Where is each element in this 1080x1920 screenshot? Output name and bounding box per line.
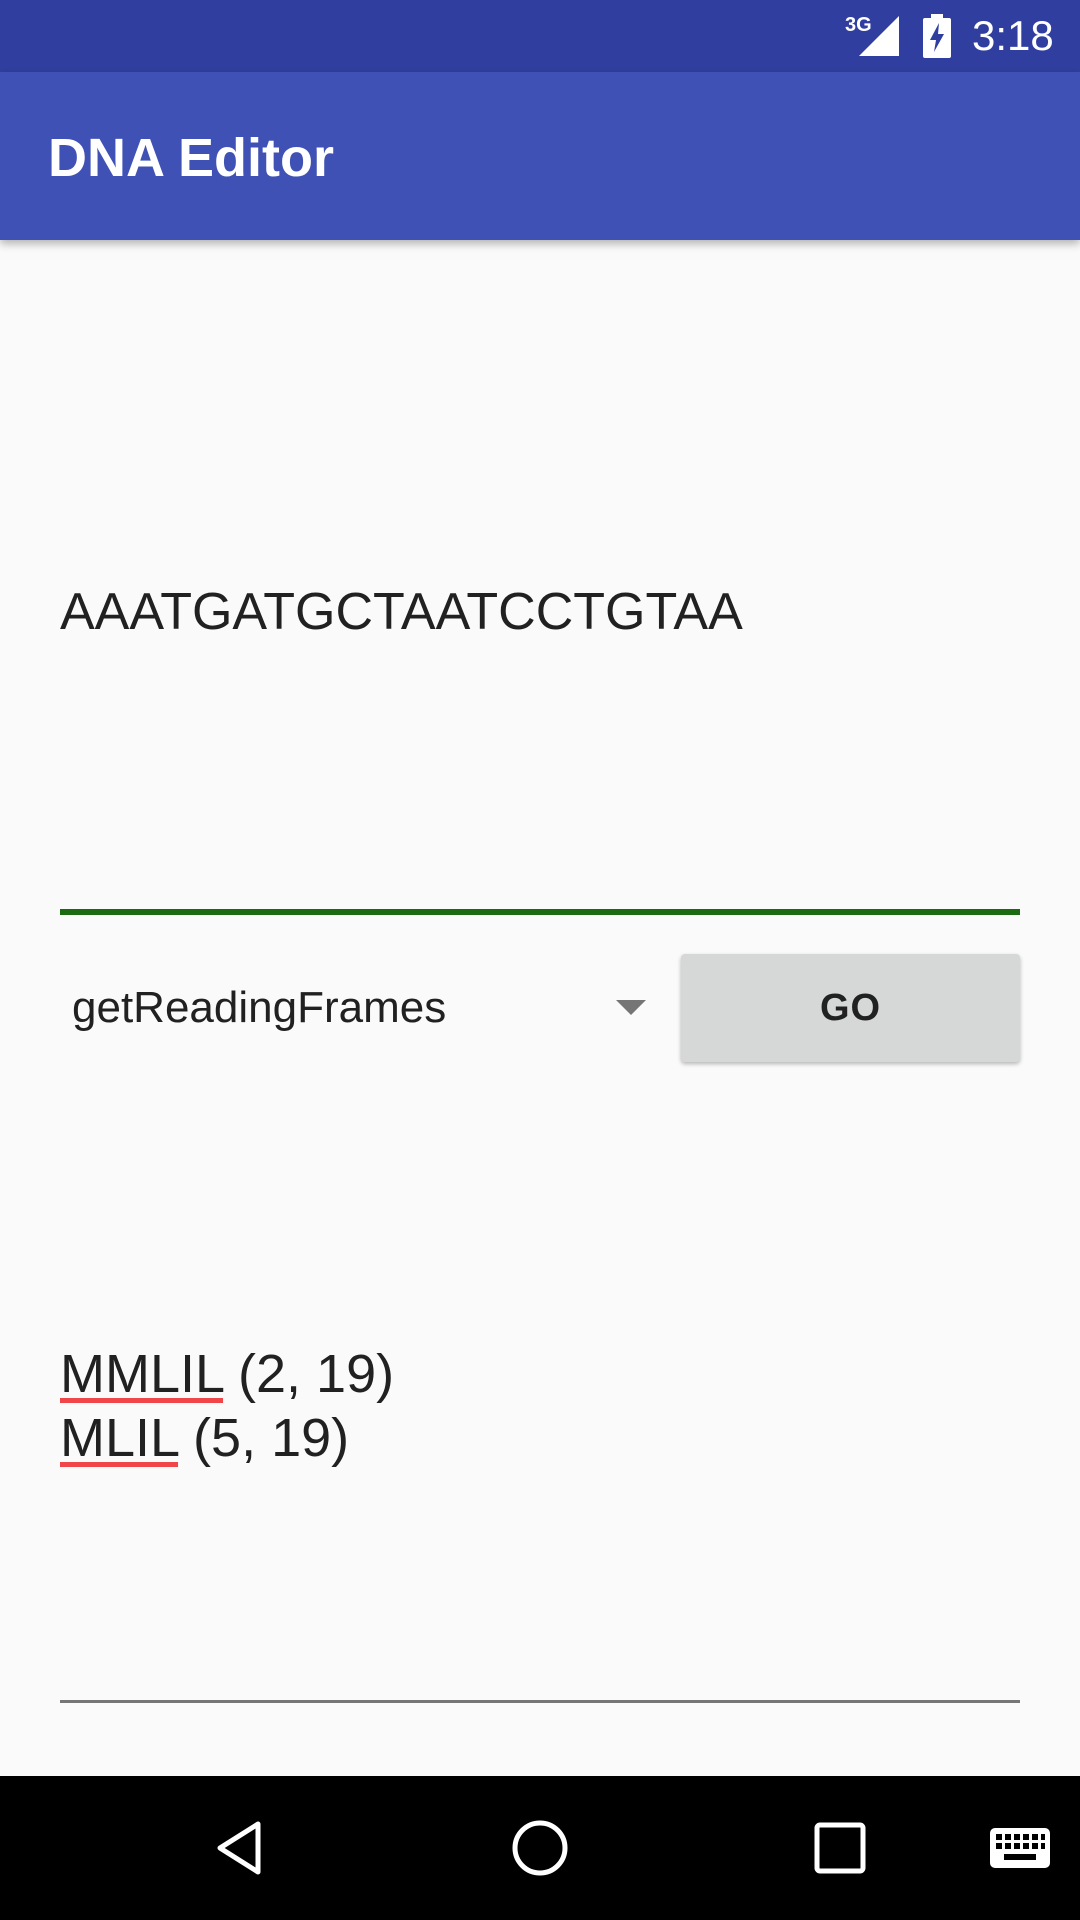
recents-icon[interactable] — [800, 1776, 880, 1920]
operation-spinner[interactable]: getReadingFrames — [60, 950, 660, 1066]
dropdown-arrow-icon[interactable] — [616, 1000, 646, 1015]
dna-input-value[interactable]: AAATGATGCTAATCCTGTAA — [60, 582, 743, 642]
dna-input-underline — [60, 909, 1020, 915]
app-bar: DNA Editor — [0, 72, 1080, 240]
results-field-underline — [60, 1700, 1020, 1703]
result-protein: MLIL — [60, 1408, 179, 1468]
status-bar: 3G 3:18 — [0, 0, 1080, 72]
signal-icon — [859, 16, 899, 56]
clock: 3:18 — [972, 12, 1054, 59]
result-line: MLIL (5, 19) — [60, 1406, 349, 1470]
keyboard-icon[interactable] — [980, 1776, 1060, 1920]
result-range: (2, 19) — [223, 1344, 395, 1404]
result-protein: MMLIL — [60, 1344, 224, 1404]
result-range: (5, 19) — [178, 1408, 350, 1468]
home-icon[interactable] — [500, 1776, 580, 1920]
back-icon[interactable] — [200, 1776, 280, 1920]
operation-spinner-value[interactable]: getReadingFrames — [72, 980, 446, 1036]
navigation-bar — [0, 1776, 1080, 1920]
result-line: MMLIL (2, 19) — [60, 1342, 394, 1406]
go-button[interactable]: GO — [681, 954, 1020, 1062]
battery-charging-icon — [923, 14, 951, 58]
dna-input[interactable]: AAATGATGCTAATCCTGTAA — [60, 250, 1020, 916]
app-title: DNA Editor — [48, 128, 334, 188]
results-field[interactable]: MMLIL (2, 19) MLIL (5, 19) — [60, 1090, 1020, 1706]
